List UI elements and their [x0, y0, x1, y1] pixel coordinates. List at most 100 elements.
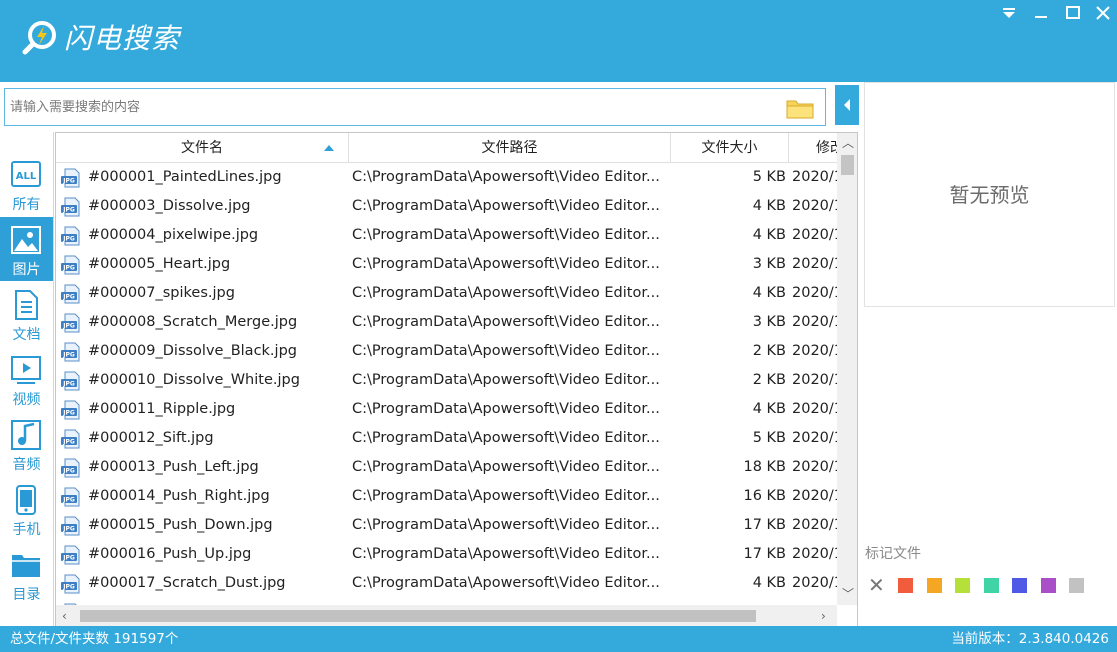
- nav-label-images: 图片: [12, 262, 41, 278]
- nav-item-images[interactable]: 图片: [0, 217, 53, 281]
- nav-label-phone: 手机: [12, 522, 41, 538]
- browse-folder-icon[interactable]: [785, 96, 815, 120]
- file-name: #000010_Dissolve_White.jpg: [88, 372, 300, 388]
- table-row[interactable]: JPG #000017_Scratch_Dust.jpg C:\ProgramDat…: [56, 569, 837, 598]
- file-name: #000004_pixelwipe.jpg: [88, 227, 259, 243]
- svg-text:JPG: JPG: [62, 439, 75, 446]
- file-modified: 2020/1: [792, 343, 837, 359]
- table-header: 文件名 文件路径 文件大小 修改时间: [56, 133, 837, 163]
- table-row[interactable]: JPG #000014_Push_Right.jpg C:\ProgramData\…: [56, 482, 837, 511]
- table-row[interactable]: JPG #000010_Dissolve_White.jpg C:\ProgramD…: [56, 366, 837, 395]
- minimize-icon[interactable]: [1030, 4, 1052, 22]
- table-row[interactable]: JPG #000013_Push_Left.jpg C:\ProgramData\A…: [56, 453, 837, 482]
- column-header-name-label: 文件名: [181, 140, 223, 156]
- preview-empty-text: 暂无预览: [949, 183, 1030, 207]
- table-row[interactable]: JPG #000012_Sift.jpg C:\ProgramData\Apower…: [56, 424, 837, 453]
- column-header-modified[interactable]: 修改时间: [789, 133, 837, 163]
- horizontal-scroll-thumb[interactable]: [80, 610, 756, 622]
- total-files-count: 总文件/文件夹数 191597个: [10, 631, 179, 647]
- table-row[interactable]: JPG #000007_spikes.jpg C:\ProgramData\Apow…: [56, 279, 837, 308]
- jpg-file-icon: JPG: [61, 545, 80, 565]
- table-row[interactable]: JPG #000004_pixelwipe.jpg C:\ProgramData\A…: [56, 221, 837, 250]
- file-modified: 2020/1: [792, 169, 837, 185]
- category-sidebar: ALL 所有 图片 文档 视频 音频 手机 目录: [0, 132, 54, 626]
- nav-item-phone[interactable]: 手机: [0, 477, 53, 541]
- file-name: #000015_Push_Down.jpg: [88, 517, 273, 533]
- mark-color-swatch[interactable]: [898, 578, 913, 593]
- file-path: C:\ProgramData\Apowersoft\Video Editor..…: [352, 430, 660, 446]
- file-name: #000008_Scratch_Merge.jpg: [88, 314, 298, 330]
- file-size: 4 KB: [752, 227, 786, 243]
- file-name: #000007_spikes.jpg: [88, 285, 235, 301]
- table-row[interactable]: JPG #000008_Scratch_Merge.jpg C:\ProgramDa…: [56, 308, 837, 337]
- file-size: 3 KB: [752, 314, 786, 330]
- table-row[interactable]: JPG #000005_Heart.jpg C:\ProgramData\Apowe…: [56, 250, 837, 279]
- file-name: #000012_Sift.jpg: [88, 430, 214, 446]
- svg-text:JPG: JPG: [62, 555, 75, 562]
- scroll-down-arrow-icon[interactable]: ﹀: [842, 588, 854, 600]
- nav-item-videos[interactable]: 视频: [0, 347, 53, 411]
- nav-item-documents[interactable]: 文档: [0, 282, 53, 346]
- menu-dropdown-icon[interactable]: [998, 4, 1020, 22]
- file-path: C:\ProgramData\Apowersoft\Video Editor..…: [352, 198, 660, 214]
- file-path: C:\ProgramData\Apowersoft\Video Editor..…: [352, 517, 660, 533]
- table-row[interactable]: JPG #000015_Push_Down.jpg C:\ProgramData\A…: [56, 511, 837, 540]
- audio-icon: [11, 420, 41, 450]
- table-row[interactable]: JPG #000011_Ripple.jpg C:\ProgramData\Apow…: [56, 395, 837, 424]
- file-modified: 2020/1: [792, 198, 837, 214]
- preview-panel: 暂无预览: [864, 82, 1115, 307]
- table-row[interactable]: JPG #000003_Dissolve.jpg C:\ProgramData\Ap…: [56, 192, 837, 221]
- vertical-scroll-thumb[interactable]: [841, 155, 854, 175]
- vertical-scrollbar[interactable]: ︿ ﹀: [837, 133, 857, 605]
- column-header-name[interactable]: 文件名: [56, 133, 349, 163]
- file-path: C:\ProgramData\Apowersoft\Video Editor..…: [352, 401, 660, 417]
- column-header-size[interactable]: 文件大小: [671, 133, 789, 163]
- mark-color-swatch[interactable]: [1069, 578, 1084, 593]
- file-size: 4 KB: [752, 198, 786, 214]
- column-header-path[interactable]: 文件路径: [349, 133, 671, 163]
- file-path: C:\ProgramData\Apowersoft\Video Editor..…: [352, 598, 674, 605]
- close-icon[interactable]: [1092, 4, 1114, 22]
- nav-label-all: 所有: [12, 197, 41, 213]
- nav-label-directory: 目录: [12, 587, 41, 603]
- nav-item-all[interactable]: ALL 所有: [0, 152, 53, 216]
- file-name: #000003_Dissolve.jpg: [88, 198, 251, 214]
- file-modified: 2020/1: [792, 372, 837, 388]
- collapse-panel-button[interactable]: [835, 85, 859, 125]
- mark-color-swatch[interactable]: [1040, 578, 1056, 593]
- search-input[interactable]: [5, 89, 775, 125]
- nav-item-audio[interactable]: 音频: [0, 412, 53, 476]
- file-size: 17 KB: [743, 546, 786, 562]
- table-row[interactable]: JPG #000016_Push_Up.jpg C:\ProgramData\Apo…: [56, 540, 837, 569]
- file-size: 4 KB: [752, 401, 786, 417]
- mark-color-swatch[interactable]: [955, 578, 970, 593]
- scroll-right-arrow-icon[interactable]: ›: [821, 610, 826, 622]
- file-modified: 2020/1: [792, 517, 837, 533]
- file-modified: 2020/1: [792, 488, 837, 504]
- nav-item-directory[interactable]: 目录: [0, 542, 53, 606]
- scroll-up-arrow-icon[interactable]: ︿: [842, 137, 854, 149]
- jpg-file-icon: JPG: [61, 284, 80, 304]
- nav-label-documents: 文档: [12, 327, 41, 343]
- mark-color-swatch[interactable]: [1012, 578, 1027, 593]
- svg-text:JPG: JPG: [62, 497, 75, 504]
- file-path: C:\ProgramData\Apowersoft\Video Editor..…: [352, 343, 660, 359]
- file-path: C:\ProgramData\Apowersoft\Video Editor..…: [352, 488, 660, 504]
- file-path: C:\ProgramData\Apowersoft\Video Editor..…: [352, 575, 660, 591]
- file-size: 17 KB: [674, 598, 786, 605]
- clear-mark-icon[interactable]: ✕: [868, 575, 886, 595]
- phone-icon: [16, 485, 36, 515]
- horizontal-scrollbar[interactable]: ‹ ›: [56, 605, 837, 626]
- scroll-left-arrow-icon[interactable]: ‹: [62, 610, 67, 622]
- table-row[interactable]: JPG #000009_Dissolve_Black.jpg C:\ProgramD…: [56, 337, 837, 366]
- table-row[interactable]: JPG#000018_Scratch_Lines.jpgC:\ProgramDa…: [56, 598, 837, 605]
- svg-text:JPG: JPG: [62, 323, 75, 330]
- table-row[interactable]: JPG #000001_PaintedLines.jpg C:\ProgramDat…: [56, 163, 837, 192]
- file-name: #000018_Scratch_Lines.jpg: [88, 598, 346, 605]
- jpg-file-icon: JPG: [61, 574, 80, 594]
- mark-color-swatch[interactable]: [926, 578, 942, 593]
- file-path: C:\ProgramData\Apowersoft\Video Editor..…: [352, 459, 660, 475]
- mark-color-swatch[interactable]: [983, 578, 999, 593]
- maximize-icon[interactable]: [1062, 4, 1084, 22]
- file-table: 文件名 文件路径 文件大小 修改时间 JPG #000001_PaintedLin…: [55, 132, 858, 626]
